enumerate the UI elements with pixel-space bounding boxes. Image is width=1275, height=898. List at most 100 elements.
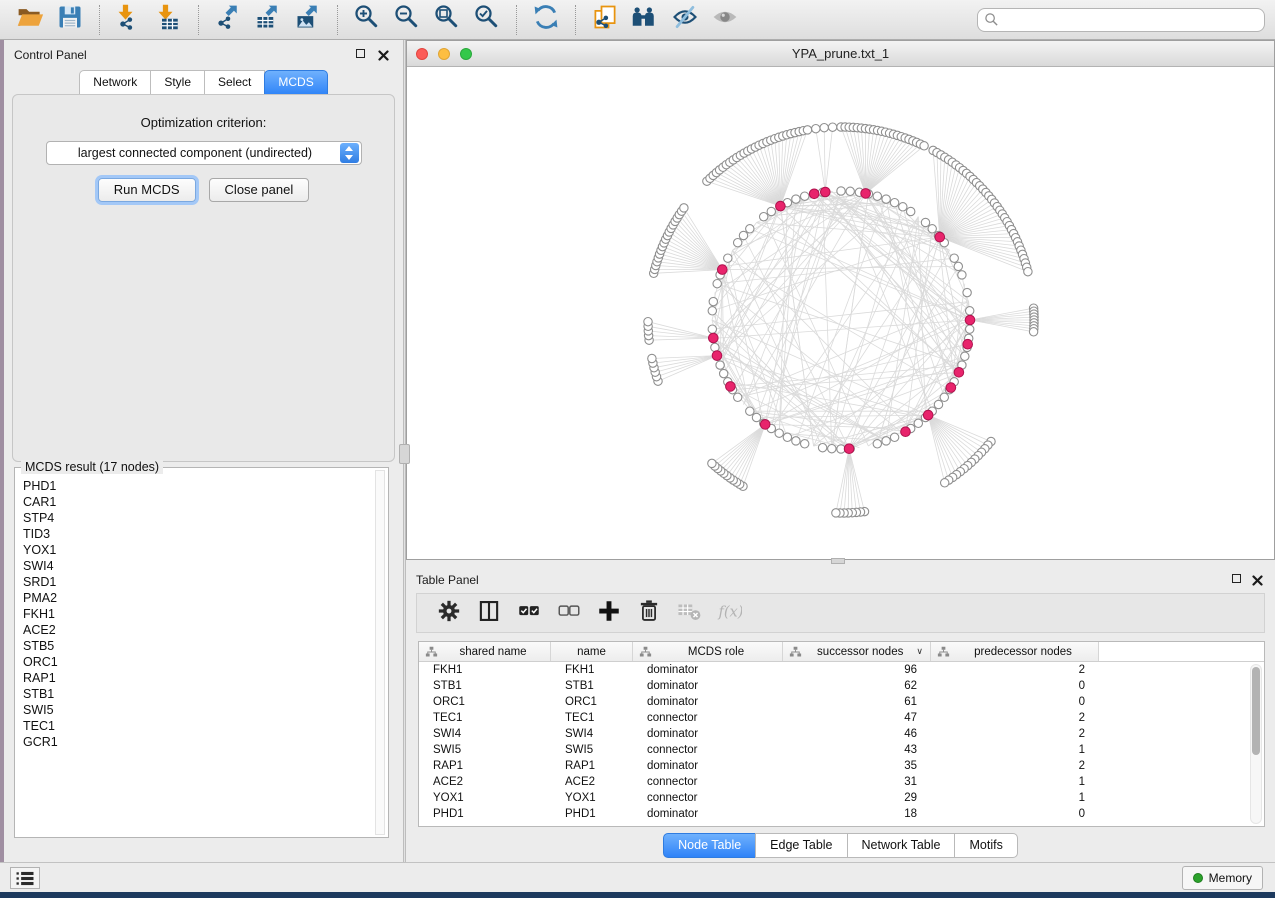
network-search-box[interactable] <box>977 8 1265 32</box>
mcds-result-item[interactable]: PHD1 <box>23 478 372 494</box>
columns-button[interactable] <box>469 598 509 628</box>
import-network-button[interactable] <box>112 4 146 36</box>
zoom-fit-button[interactable] <box>430 4 464 36</box>
table-panel-header: Table Panel <box>406 565 1275 593</box>
close-panel-icon[interactable] <box>378 48 389 59</box>
close-panel-icon[interactable] <box>1252 573 1263 584</box>
function-builder-icon: f(x) <box>716 598 742 629</box>
network-canvas[interactable] <box>407 67 1274 559</box>
table-row[interactable]: ORC1ORC1dominator610 <box>419 694 1264 710</box>
column-header-shared-name[interactable]: shared name <box>419 642 551 661</box>
float-window-icon[interactable] <box>356 49 365 58</box>
refresh-button[interactable] <box>529 4 563 36</box>
column-header-MCDS-role[interactable]: MCDS role <box>633 642 783 661</box>
mcds-result-item[interactable]: SRD1 <box>23 574 372 590</box>
mcds-result-item[interactable]: YOX1 <box>23 542 372 558</box>
mcds-result-item[interactable]: ORC1 <box>23 654 372 670</box>
delete-row-button[interactable] <box>629 598 669 628</box>
table-row[interactable]: PHD1PHD1dominator180 <box>419 806 1264 822</box>
mcds-result-item[interactable]: CAR1 <box>23 494 372 510</box>
add-row-button[interactable] <box>589 598 629 628</box>
network-window-titlebar[interactable]: YPA_prune.txt_1 <box>407 41 1274 67</box>
table-row[interactable]: RAP1RAP1dominator352 <box>419 758 1264 774</box>
tab-node-table[interactable]: Node Table <box>663 833 756 858</box>
criterion-dropdown[interactable]: largest connected component (undirected) <box>46 141 362 165</box>
cell-predecessor-nodes: 0 <box>931 680 1099 692</box>
dropdown-stepper-icon <box>340 143 359 163</box>
zoom-in-button[interactable] <box>350 4 384 36</box>
mcds-result-item[interactable]: GCR1 <box>23 734 372 750</box>
open-file-button[interactable] <box>13 4 47 36</box>
mcds-result-item[interactable]: FKH1 <box>23 606 372 622</box>
column-header-name[interactable]: name <box>551 642 633 661</box>
close-panel-button[interactable]: Close panel <box>209 178 310 202</box>
table-row[interactable]: TEC1TEC1connector472 <box>419 710 1264 726</box>
column-header-predecessor-nodes[interactable]: predecessor nodes <box>931 642 1099 661</box>
show-details-button[interactable] <box>708 4 742 36</box>
run-mcds-button[interactable]: Run MCDS <box>98 178 196 202</box>
export-image-button[interactable] <box>291 4 325 36</box>
float-window-icon[interactable] <box>1232 574 1241 583</box>
mcds-result-scrollbar[interactable] <box>375 470 385 835</box>
cell-name: STB1 <box>551 680 633 692</box>
table-row[interactable]: ACE2ACE2connector311 <box>419 774 1264 790</box>
vertical-splitter-grip[interactable] <box>399 444 410 464</box>
column-type-icon <box>639 646 652 658</box>
memory-button[interactable]: Memory <box>1182 866 1263 890</box>
tab-network-table[interactable]: Network Table <box>847 833 956 858</box>
mcds-result-item[interactable]: SWI4 <box>23 558 372 574</box>
tab-motifs[interactable]: Motifs <box>954 833 1017 858</box>
tab-edge-table[interactable]: Edge Table <box>755 833 847 858</box>
mcds-result-item[interactable]: STB1 <box>23 686 372 702</box>
mcds-result-item[interactable]: TID3 <box>23 526 372 542</box>
list-icon <box>14 870 36 887</box>
cell-MCDS-role: dominator <box>633 808 783 820</box>
tab-select[interactable]: Select <box>204 70 265 95</box>
cell-name: TEC1 <box>551 712 633 724</box>
mcds-result-item[interactable]: RAP1 <box>23 670 372 686</box>
first-neighbors-button[interactable] <box>628 4 662 36</box>
gear-button[interactable] <box>429 598 469 628</box>
zoom-out-button[interactable] <box>390 4 424 36</box>
table-scrollbar-thumb[interactable] <box>1252 667 1260 755</box>
clone-network-button[interactable] <box>588 4 622 36</box>
select-all-button[interactable] <box>509 598 549 628</box>
tab-style[interactable]: Style <box>150 70 205 95</box>
mcds-result-item[interactable]: STB5 <box>23 638 372 654</box>
tab-network[interactable]: Network <box>79 70 151 95</box>
tab-mcds[interactable]: MCDS <box>264 70 327 95</box>
delete-table-button <box>669 598 709 628</box>
mcds-result-list[interactable]: PHD1CAR1STP4TID3YOX1SWI4SRD1PMA2FKH1ACE2… <box>23 478 372 833</box>
table-row[interactable]: FKH1FKH1dominator962 <box>419 662 1264 678</box>
column-header-successor-nodes[interactable]: successor nodes∨ <box>783 642 931 661</box>
memory-status-icon <box>1193 873 1203 883</box>
save-session-button[interactable] <box>53 4 87 36</box>
save-session-icon <box>56 3 84 36</box>
horizontal-splitter-grip[interactable] <box>831 558 845 564</box>
mcds-result-item[interactable]: SWI5 <box>23 702 372 718</box>
mcds-result-item[interactable]: ACE2 <box>23 622 372 638</box>
export-table-button[interactable] <box>251 4 285 36</box>
import-table-button[interactable] <box>152 4 186 36</box>
table-row[interactable]: YOX1YOX1connector291 <box>419 790 1264 806</box>
hide-details-button[interactable] <box>668 4 702 36</box>
zoom-selected-button[interactable] <box>470 4 504 36</box>
export-network-button[interactable] <box>211 4 245 36</box>
table-scrollbar[interactable] <box>1250 664 1262 824</box>
search-input[interactable] <box>999 13 1258 27</box>
delete-table-icon <box>676 598 702 629</box>
mcds-result-item[interactable]: PMA2 <box>23 590 372 606</box>
node-table: shared namenameMCDS rolesuccessor nodes∨… <box>418 641 1265 827</box>
mcds-result-item[interactable]: STP4 <box>23 510 372 526</box>
show-details-icon <box>711 3 739 36</box>
cell-name: PHD1 <box>551 808 633 820</box>
task-history-button[interactable] <box>10 867 40 889</box>
cell-predecessor-nodes: 2 <box>931 712 1099 724</box>
table-row[interactable]: STB1STB1dominator620 <box>419 678 1264 694</box>
table-row[interactable]: SWI5SWI5connector431 <box>419 742 1264 758</box>
mcds-result-item[interactable]: TEC1 <box>23 718 372 734</box>
table-row[interactable]: SWI4SWI4dominator462 <box>419 726 1264 742</box>
deselect-all-button[interactable] <box>549 598 589 628</box>
control-panel: Control Panel NetworkStyleSelectMCDS Opt… <box>4 40 403 862</box>
cell-shared-name: ORC1 <box>419 696 551 708</box>
